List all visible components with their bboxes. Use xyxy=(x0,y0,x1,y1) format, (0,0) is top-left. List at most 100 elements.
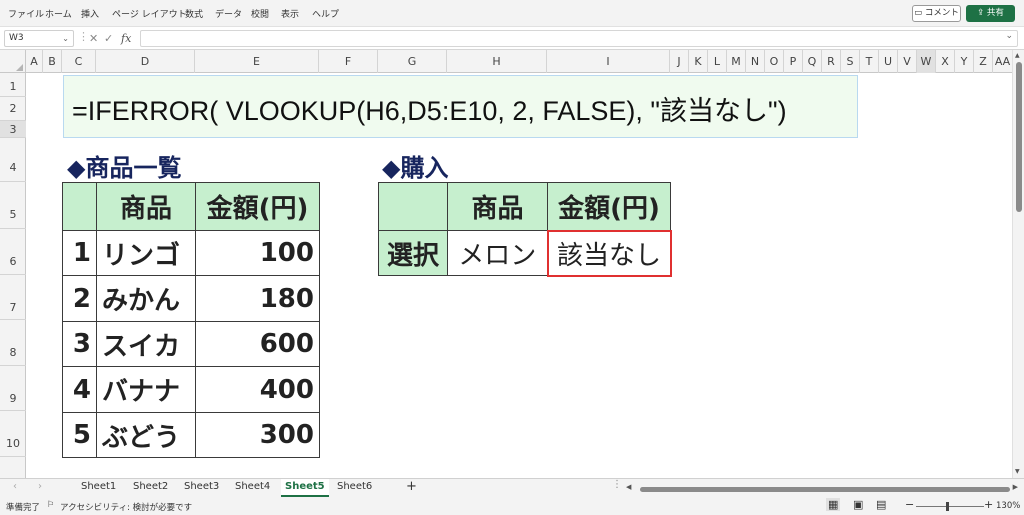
column-header[interactable]: V xyxy=(898,50,917,73)
scroll-left-icon[interactable]: ◀ xyxy=(626,483,631,491)
scroll-up-icon[interactable]: ▲ xyxy=(1015,52,1020,59)
scroll-right-icon[interactable]: ▶ xyxy=(1013,483,1018,491)
tab-home[interactable]: ホーム xyxy=(45,7,72,20)
column-header[interactable]: Z xyxy=(974,50,993,73)
header-cell[interactable]: 金額(円) xyxy=(195,182,320,231)
row-header[interactable]: 10 xyxy=(0,411,26,457)
column-header[interactable]: W xyxy=(917,50,936,73)
column-header[interactable]: P xyxy=(784,50,803,73)
column-header[interactable]: M xyxy=(727,50,746,73)
next-sheet-icon[interactable]: › xyxy=(38,481,42,492)
column-header[interactable]: S xyxy=(841,50,860,73)
column-header[interactable]: L xyxy=(708,50,727,73)
prev-sheet-icon[interactable]: ‹ xyxy=(13,481,17,492)
row-header[interactable]: 5 xyxy=(0,182,26,229)
zoom-slider[interactable] xyxy=(916,506,984,507)
tab-page-layout[interactable]: ページ レイアウト xyxy=(112,7,187,20)
row-header[interactable]: 9 xyxy=(0,366,26,411)
comment-button[interactable]: ▭ コメント xyxy=(912,5,961,22)
price-cell[interactable]: 180 xyxy=(195,275,320,322)
column-header[interactable]: E xyxy=(195,50,319,73)
more-sheets-icon[interactable]: ⋮ xyxy=(612,479,622,490)
column-header[interactable]: T xyxy=(860,50,879,73)
column-header[interactable]: K xyxy=(689,50,708,73)
share-button[interactable]: ⇪ 共有 xyxy=(966,5,1015,22)
column-header[interactable]: C xyxy=(62,50,96,73)
cancel-icon[interactable]: ✕ xyxy=(89,32,98,45)
product-name-cell[interactable]: リンゴ xyxy=(96,230,196,276)
tab-data[interactable]: データ xyxy=(215,7,242,20)
column-header[interactable]: D xyxy=(96,50,195,73)
column-header[interactable]: A xyxy=(26,50,43,73)
price-cell[interactable]: 600 xyxy=(195,321,320,367)
header-cell[interactable] xyxy=(62,182,97,231)
zoom-in-icon[interactable]: + xyxy=(984,498,993,511)
header-cell[interactable]: 商品 xyxy=(447,182,548,231)
page-layout-view-icon[interactable]: ▣ xyxy=(853,498,863,511)
horizontal-scroll-thumb[interactable] xyxy=(640,487,1010,492)
row-number-cell[interactable]: 5 xyxy=(62,412,97,458)
product-name-cell[interactable]: バナナ xyxy=(96,366,196,413)
formula-explanation-box[interactable]: =IFERROR( VLOOKUP(H6,D5:E10, 2, FALSE), … xyxy=(63,75,858,138)
select-all-button[interactable] xyxy=(0,50,26,73)
column-header[interactable]: N xyxy=(746,50,765,73)
zoom-level[interactable]: 130% xyxy=(996,501,1020,511)
more-options-icon[interactable]: ⋮ xyxy=(78,30,89,43)
column-header[interactable]: G xyxy=(378,50,447,73)
row-header[interactable]: 3 xyxy=(0,121,26,138)
column-header[interactable]: R xyxy=(822,50,841,73)
row-header[interactable]: 4 xyxy=(0,138,26,182)
select-label-cell[interactable]: 選択 xyxy=(378,230,448,276)
price-cell[interactable]: 100 xyxy=(195,230,320,276)
column-header[interactable]: I xyxy=(547,50,670,73)
column-header[interactable]: F xyxy=(319,50,378,73)
tab-review[interactable]: 校閲 xyxy=(251,7,269,20)
sheet-tab[interactable]: Sheet1 xyxy=(81,481,116,492)
row-number-cell[interactable]: 4 xyxy=(62,366,97,413)
sheet-tab-active[interactable]: Sheet5 xyxy=(281,479,329,497)
row-number-cell[interactable]: 3 xyxy=(62,321,97,367)
sheet-tab[interactable]: Sheet2 xyxy=(133,481,168,492)
row-header[interactable]: 6 xyxy=(0,229,26,275)
product-name-cell[interactable]: スイカ xyxy=(96,321,196,367)
column-header[interactable]: J xyxy=(670,50,689,73)
row-number-cell[interactable]: 1 xyxy=(62,230,97,276)
zoom-slider-thumb[interactable] xyxy=(946,502,949,511)
row-header[interactable]: 8 xyxy=(0,320,26,366)
column-header[interactable]: X xyxy=(936,50,955,73)
page-break-view-icon[interactable]: ▤ xyxy=(876,498,886,511)
horizontal-scrollbar[interactable]: ◀ ▶ xyxy=(626,483,1018,493)
column-header[interactable]: O xyxy=(765,50,784,73)
enter-icon[interactable]: ✓ xyxy=(104,32,113,45)
tab-file[interactable]: ファイル xyxy=(8,7,44,20)
tab-help[interactable]: ヘルプ xyxy=(312,7,339,20)
row-header[interactable]: 2 xyxy=(0,97,26,121)
column-header[interactable]: Q xyxy=(803,50,822,73)
sheet-tab[interactable]: Sheet3 xyxy=(184,481,219,492)
header-cell[interactable] xyxy=(378,182,448,231)
header-cell[interactable]: 商品 xyxy=(96,182,196,231)
formula-input[interactable]: ⌄ xyxy=(140,30,1018,47)
column-header[interactable]: H xyxy=(447,50,547,73)
price-cell[interactable]: 400 xyxy=(195,366,320,413)
insert-function-icon[interactable]: fx xyxy=(121,32,131,45)
tab-view[interactable]: 表示 xyxy=(281,7,299,20)
column-header[interactable]: B xyxy=(43,50,62,73)
product-name-cell[interactable]: みかん xyxy=(96,275,196,322)
vertical-scrollbar[interactable]: ▲ ▼ xyxy=(1012,50,1024,478)
accessibility-status[interactable]: アクセシビリティ: 検討が必要です xyxy=(60,501,192,513)
expand-formula-icon[interactable]: ⌄ xyxy=(1005,31,1013,41)
sheet-tab[interactable]: Sheet4 xyxy=(235,481,270,492)
sheet-tab[interactable]: Sheet6 xyxy=(337,481,372,492)
header-cell[interactable]: 金額(円) xyxy=(547,182,671,231)
selected-product-cell[interactable]: メロン xyxy=(447,230,548,276)
column-header[interactable]: U xyxy=(879,50,898,73)
chevron-down-icon[interactable]: ⌄ xyxy=(62,31,69,46)
column-header[interactable]: AA xyxy=(993,50,1012,73)
normal-view-icon[interactable]: ▦ xyxy=(826,498,841,511)
tab-insert[interactable]: 挿入 xyxy=(81,7,99,20)
tab-formulas[interactable]: 数式 xyxy=(185,7,203,20)
product-name-cell[interactable]: ぶどう xyxy=(96,412,196,458)
vertical-scroll-thumb[interactable] xyxy=(1016,62,1022,212)
scroll-down-icon[interactable]: ▼ xyxy=(1015,468,1020,475)
